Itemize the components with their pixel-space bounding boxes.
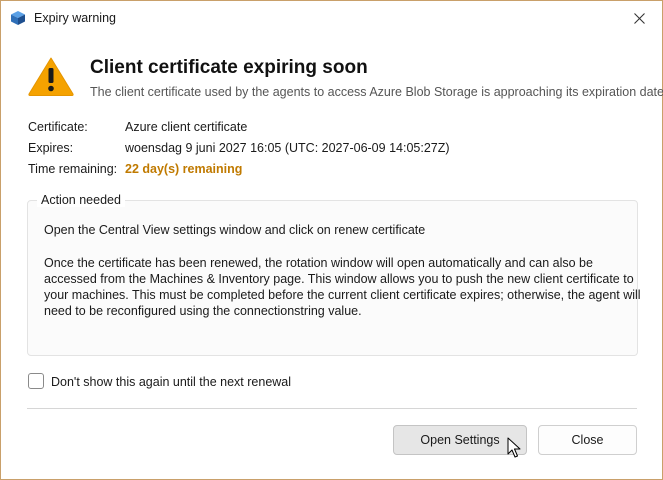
action-paragraph-line-3: your machines. This must be completed be… (44, 288, 641, 302)
mouse-pointer-icon (507, 437, 521, 458)
action-paragraph-line-1: Once the certificate has been renewed, t… (44, 256, 593, 270)
close-button[interactable]: Close (538, 425, 637, 455)
cube-icon (11, 11, 25, 25)
action-instruction: Open the Central View settings window an… (44, 223, 426, 237)
action-paragraph-line-2: accessed from the Machines & Inventory p… (44, 272, 634, 286)
dialog-heading: Client certificate expiring soon (90, 57, 368, 78)
footer-separator (27, 408, 637, 409)
title-bar: Expiry warning (1, 1, 662, 35)
warning-icon (28, 57, 74, 96)
open-settings-label: Open Settings (420, 433, 500, 447)
dont-show-again-checkbox[interactable] (28, 373, 44, 389)
certificate-value: Azure client certificate (125, 120, 248, 134)
close-icon (633, 12, 645, 24)
dialog-subheading: The client certificate used by the agent… (90, 85, 663, 99)
expiry-warning-dialog: Expiry warning Client certificate expiri… (0, 0, 663, 480)
certificate-label: Certificate: (28, 120, 88, 134)
close-window-button[interactable] (616, 1, 662, 35)
dont-show-again-label[interactable]: Don't show this again until the next ren… (51, 375, 291, 389)
window-title: Expiry warning (34, 11, 116, 25)
time-remaining-value: 22 day(s) remaining (125, 162, 243, 176)
action-needed-legend: Action needed (37, 193, 125, 207)
action-paragraph-line-4: need to be reconfigured using the connec… (44, 304, 362, 318)
close-label: Close (571, 433, 604, 447)
expires-value: woensdag 9 juni 2027 16:05 (UTC: 2027-06… (125, 141, 450, 155)
time-remaining-label: Time remaining: (28, 162, 118, 176)
expires-label: Expires: (28, 141, 74, 155)
